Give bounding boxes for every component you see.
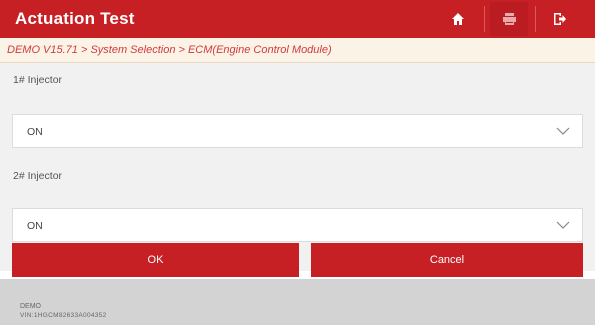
injector-1-value: ON (27, 126, 43, 138)
print-icon (502, 13, 516, 25)
toolbar-divider (484, 6, 485, 32)
page-title: Actuation Test (15, 9, 135, 28)
footer-vehicle: DEMO (20, 303, 41, 310)
ok-button[interactable]: OK (12, 243, 299, 277)
footer-vin: VIN:1HGCM82633A004352 (20, 312, 107, 319)
toolbar-divider (535, 6, 536, 32)
chevron-down-icon (556, 127, 570, 135)
injector-1-label: 1# Injector (13, 74, 63, 86)
injector-2-label: 2# Injector (13, 170, 63, 182)
injector-1-select[interactable]: ON (12, 114, 583, 148)
cancel-button[interactable]: Cancel (311, 243, 583, 277)
exit-button[interactable] (541, 2, 579, 36)
breadcrumb: DEMO V15.71 > System Selection > ECM(Eng… (0, 38, 595, 63)
home-icon (452, 13, 464, 25)
exit-icon (554, 13, 566, 25)
home-button[interactable] (439, 2, 477, 36)
print-button[interactable] (490, 2, 528, 36)
injector-2-value: ON (27, 220, 43, 232)
title-bar: Actuation Test (0, 0, 595, 38)
injector-2-select[interactable]: ON (12, 208, 583, 242)
footer-bar: DEMO VIN:1HGCM82633A004352 (0, 279, 595, 325)
chevron-down-icon (556, 221, 570, 229)
